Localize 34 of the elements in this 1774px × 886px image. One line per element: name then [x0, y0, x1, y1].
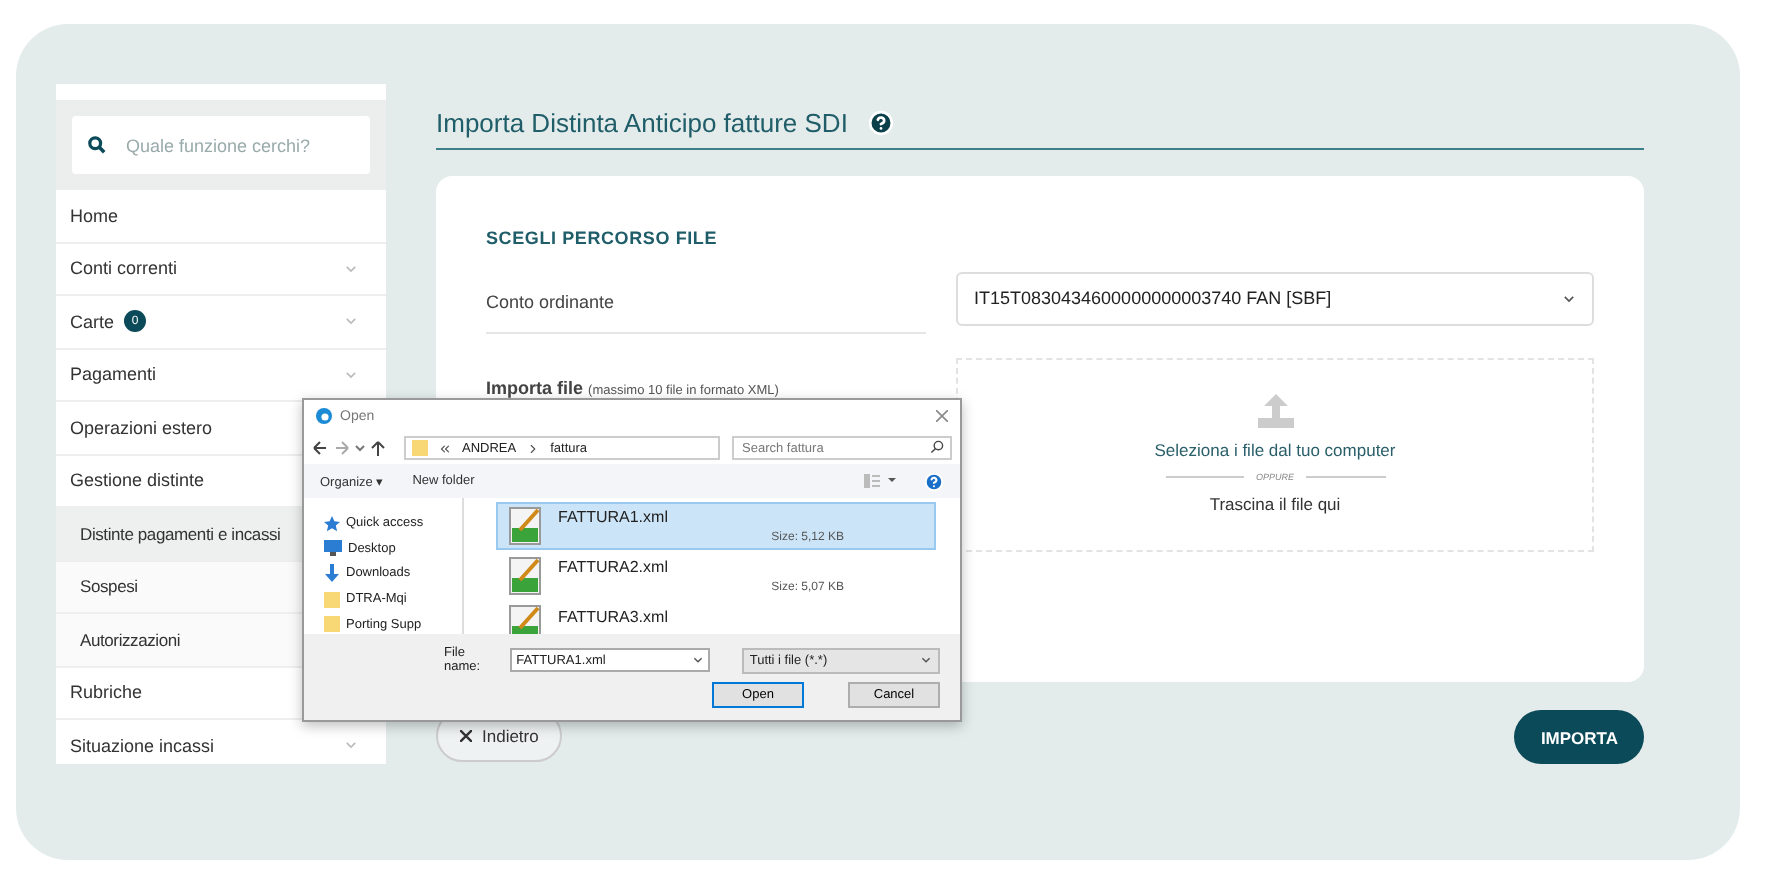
- chevron-down-icon: [692, 654, 705, 666]
- sidebar-item[interactable]: Pagamenti: [56, 349, 386, 402]
- double-chevron-icon: [438, 441, 452, 455]
- folder-icon: [412, 440, 428, 456]
- import-button[interactable]: IMPORTA: [1514, 710, 1644, 764]
- close-icon[interactable]: [936, 410, 948, 422]
- search-icon: [930, 440, 944, 454]
- chevron-down-icon: [1562, 291, 1576, 306]
- chevron-down-icon: [344, 367, 358, 382]
- help-icon[interactable]: [867, 110, 894, 137]
- page-title: Importa Distinta Anticipo fatture SDI: [436, 108, 848, 139]
- upload-icon: [1257, 394, 1293, 429]
- star-icon: [324, 515, 340, 532]
- help-icon[interactable]: [924, 471, 944, 491]
- monitor-icon: [324, 540, 342, 557]
- section-title: SCEGLI PERCORSO FILE: [486, 227, 720, 248]
- search-icon: [88, 136, 106, 154]
- view-options-icon[interactable]: [864, 474, 896, 488]
- chevron-down-icon: [344, 314, 358, 329]
- close-icon: [460, 730, 472, 742]
- download-arrow-icon: [324, 564, 340, 583]
- browser-logo-icon: [316, 408, 332, 424]
- chevron-right-icon: [526, 441, 541, 455]
- drag-files-text: Trascina il file qui: [1209, 494, 1341, 515]
- xml-file-icon: [508, 556, 544, 596]
- sidebar-item[interactable]: Conti correnti: [56, 243, 386, 296]
- chevron-down-icon: [344, 738, 358, 753]
- search-field[interactable]: Quale funzione cerchi?: [72, 116, 370, 174]
- chevron-down-icon: [344, 261, 358, 276]
- chevron-down-icon: [920, 654, 932, 666]
- field-label: Conto ordinante: [486, 271, 926, 334]
- account-select[interactable]: IT15T0830434600000000003740 FAN [SBF]: [956, 271, 1594, 326]
- select-files-text: Seleziona i file dal tuo computer: [1154, 440, 1396, 461]
- xml-file-icon: [508, 506, 544, 546]
